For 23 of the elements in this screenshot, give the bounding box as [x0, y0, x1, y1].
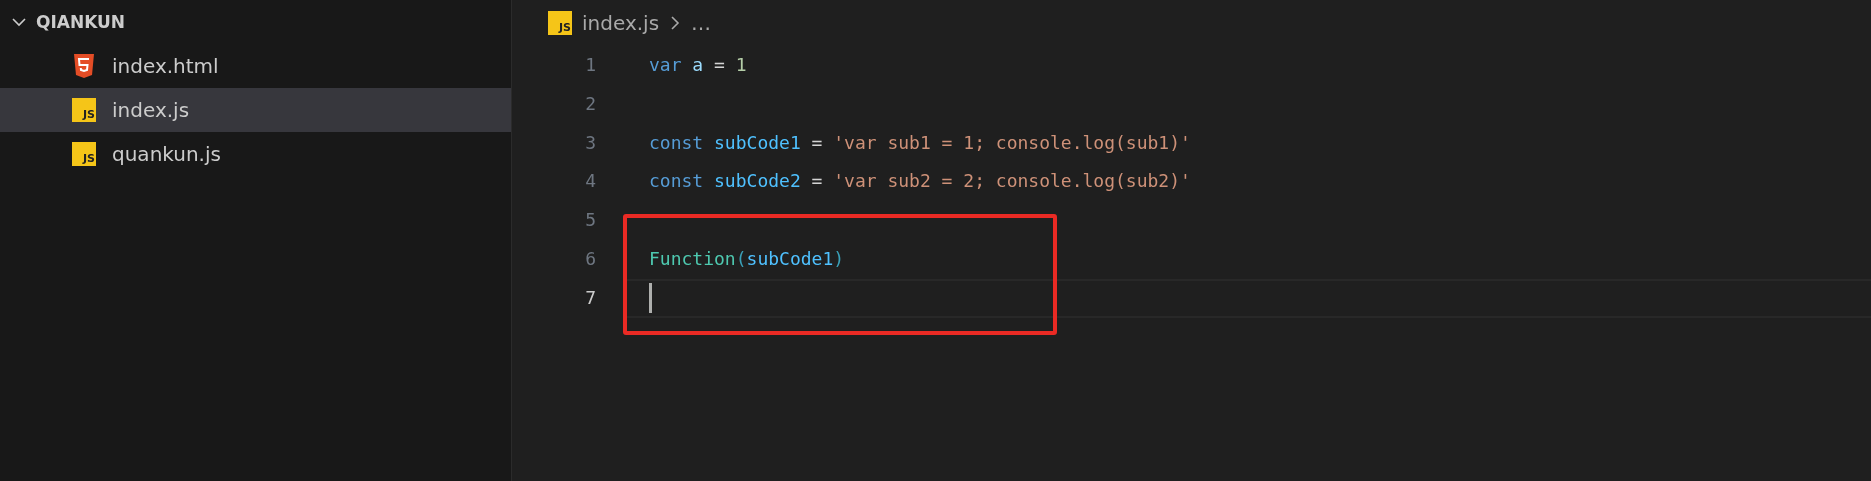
- html-file-icon: [72, 53, 96, 79]
- file-item[interactable]: JS index.js: [0, 88, 511, 132]
- js-file-icon: JS: [548, 11, 572, 35]
- folder-name[interactable]: QIANKUN: [36, 12, 126, 32]
- breadcrumb-file[interactable]: index.js: [582, 11, 660, 35]
- code-line: var a = 1: [648, 53, 748, 77]
- code-line: const subCode1 = 'var sub1 = 1; console.log(sub1)': [648, 130, 1192, 155]
- code-line: const subCode2 = 'var sub2 = 2; console.log(sub2)': [648, 169, 1192, 194]
- js-file-icon: JS: [72, 98, 96, 122]
- line-number: 4: [584, 169, 596, 194]
- line-number: 3: [584, 130, 596, 155]
- line-number: 1: [584, 53, 596, 77]
- breadcrumb-more[interactable]: …: [691, 11, 712, 35]
- code-line: Function(subCode1): [648, 247, 846, 271]
- line-number: 5: [584, 208, 596, 233]
- file-item[interactable]: index.html: [0, 44, 511, 88]
- line-number: 6: [584, 247, 596, 271]
- line-number: 7: [584, 285, 596, 310]
- file-item[interactable]: JS quankun.js: [0, 132, 511, 176]
- js-file-icon: JS: [72, 142, 96, 166]
- line-number: 2: [584, 91, 596, 116]
- text-cursor: [649, 283, 652, 314]
- chevron-right-icon: [669, 14, 682, 32]
